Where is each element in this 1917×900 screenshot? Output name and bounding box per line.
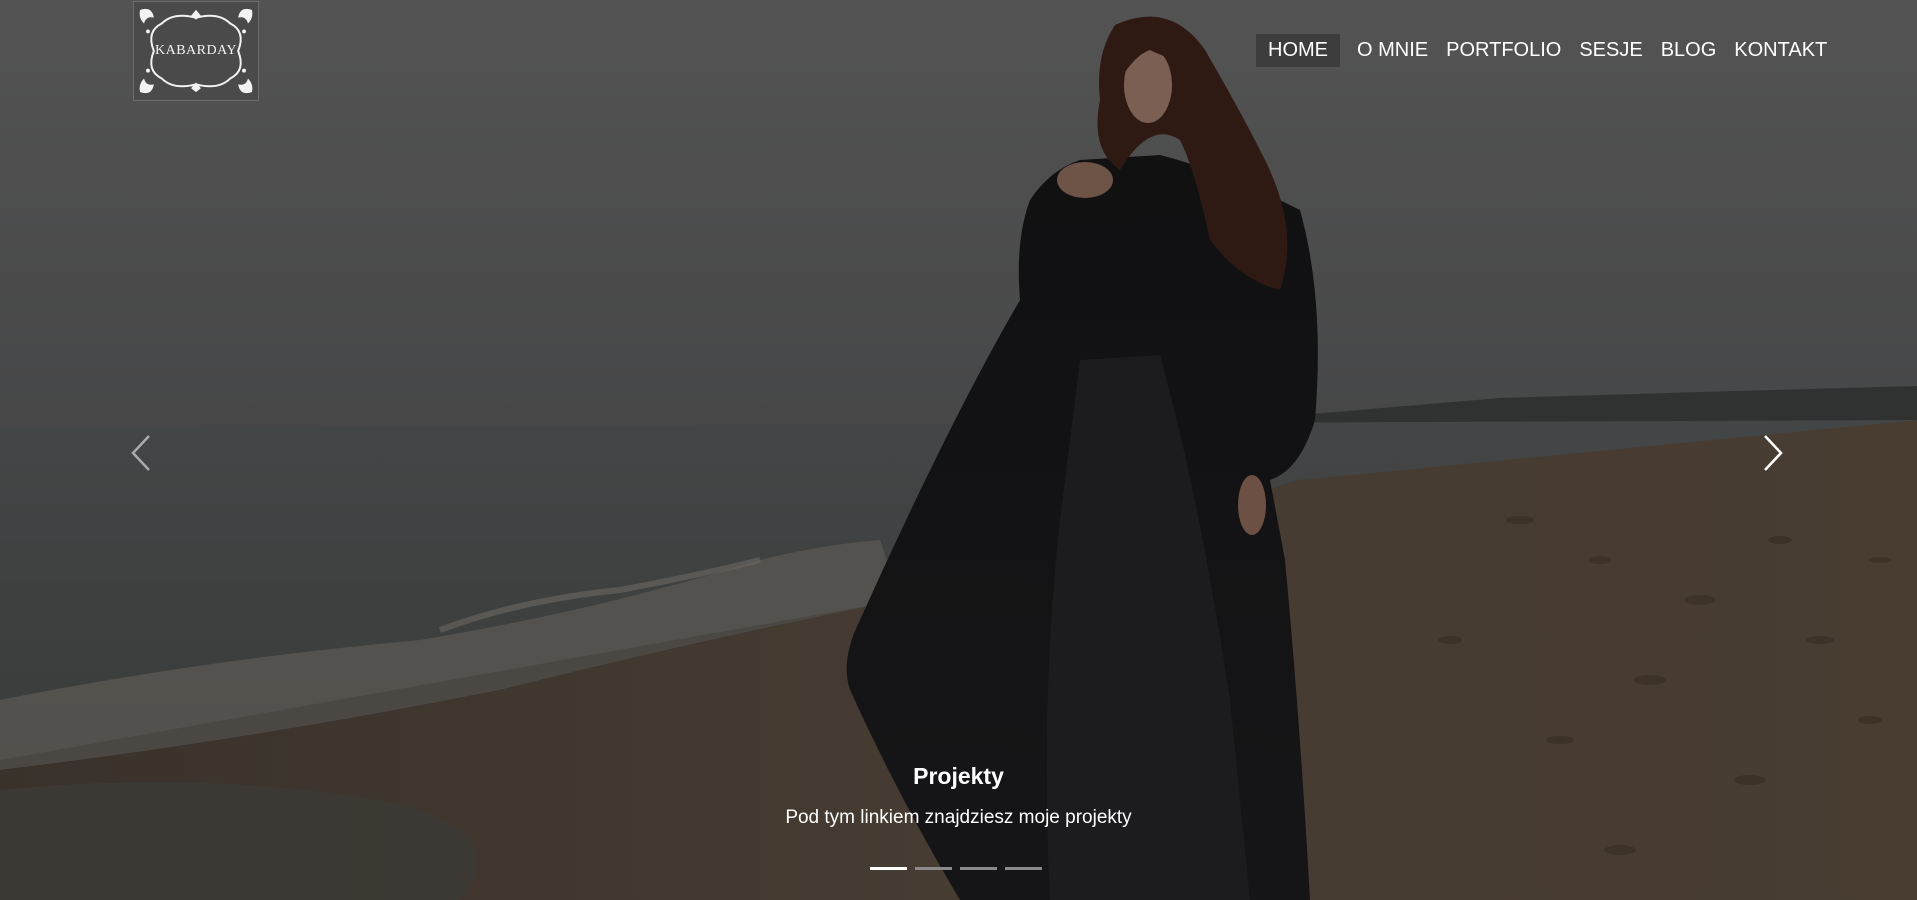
slide-description: Pod tym linkiem znajdziesz moje projekty — [785, 807, 1132, 828]
logo-text: KABARDAY — [154, 43, 238, 58]
chevron-left-icon — [131, 435, 150, 471]
carousel-prev-button[interactable] — [127, 432, 157, 474]
nav-item-kontakt[interactable]: KONTAKT — [1725, 34, 1836, 67]
chevron-right-icon — [1764, 435, 1783, 471]
hero-carousel: KABARDAY HOME O MNIE PORTFOLIO SESJE BLO… — [0, 0, 1917, 900]
slide-title: Projekty — [913, 763, 1004, 789]
site-logo[interactable]: KABARDAY — [133, 1, 259, 101]
main-navigation: HOME O MNIE PORTFOLIO SESJE BLOG KONTAKT — [1256, 34, 1836, 67]
nav-item-o-mnie[interactable]: O MNIE — [1348, 34, 1437, 67]
carousel-indicator-3[interactable] — [960, 867, 997, 870]
nav-item-blog[interactable]: BLOG — [1652, 34, 1726, 67]
carousel-indicator-4[interactable] — [1005, 867, 1042, 870]
carousel-indicator-1[interactable] — [870, 867, 907, 870]
carousel-indicators — [870, 867, 1042, 870]
carousel-indicator-2[interactable] — [915, 867, 952, 870]
nav-item-portfolio[interactable]: PORTFOLIO — [1437, 34, 1570, 67]
carousel-next-button[interactable] — [1757, 432, 1787, 474]
nav-item-home[interactable]: HOME — [1256, 34, 1340, 67]
nav-item-sesje[interactable]: SESJE — [1570, 34, 1651, 67]
